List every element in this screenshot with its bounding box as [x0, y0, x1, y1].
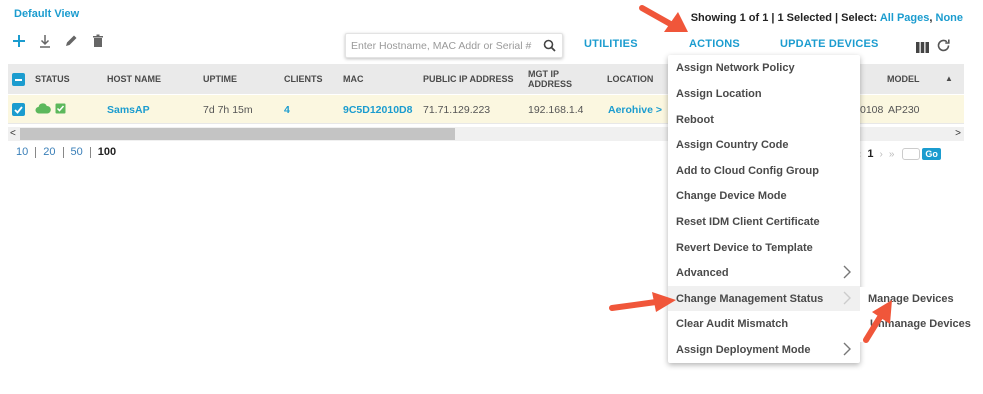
row-checkbox[interactable]: [12, 103, 25, 116]
menu-item-assign-location[interactable]: Assign Location: [668, 81, 860, 106]
menu-item-clear-audit-mismatch[interactable]: Clear Audit Mismatch: [668, 311, 860, 336]
device-management-screen: Default View Showing 1 of 1 | 1 Selected…: [0, 0, 983, 394]
plus-icon[interactable]: [11, 33, 27, 49]
model-cell: AP230: [888, 103, 920, 116]
col-clients[interactable]: CLIENTS: [284, 64, 323, 94]
col-host-name[interactable]: HOST NAME: [107, 64, 161, 94]
col-uptime[interactable]: UPTIME: [203, 64, 237, 94]
columns-icon[interactable]: [916, 40, 929, 58]
menu-item-change-management-status[interactable]: Change Management Status: [668, 286, 860, 311]
config-ok-icon: [55, 102, 66, 117]
annotation-arrow-icon: [863, 300, 892, 343]
search-input[interactable]: [346, 34, 536, 57]
select-none-link[interactable]: None: [936, 12, 964, 24]
col-public-ip[interactable]: PUBLIC IP ADDRESS: [423, 64, 514, 94]
menu-item-reset-idm-client-certificate[interactable]: Reset IDM Client Certificate: [668, 209, 860, 234]
menu-item-change-device-mode[interactable]: Change Device Mode: [668, 183, 860, 208]
menu-item-add-to-cloud-config-group[interactable]: Add to Cloud Config Group: [668, 158, 860, 183]
scrollbar-thumb[interactable]: [20, 128, 455, 140]
go-button[interactable]: Go: [922, 148, 941, 160]
col-model[interactable]: MODEL: [887, 64, 920, 94]
actions-dropdown: Assign Network Policy Assign Location Re…: [668, 55, 860, 363]
annotation-arrow-icon: [609, 292, 676, 312]
page-size-100[interactable]: 100: [91, 147, 123, 158]
page-size-10[interactable]: 10: [16, 147, 37, 158]
menu-item-label: Change Management Status: [676, 292, 824, 305]
uptime-cell: 7d 7h 15m: [203, 103, 253, 116]
annotation-arrow-icon: [639, 5, 688, 32]
cloud-icon: [35, 102, 51, 117]
menu-item-reboot[interactable]: Reboot: [668, 107, 860, 132]
status-cell: [35, 95, 66, 124]
utilities-menu[interactable]: UTILITIES: [584, 38, 638, 50]
page-size-20[interactable]: 20: [36, 147, 64, 158]
chevron-right-icon: [842, 290, 852, 309]
sort-up-icon[interactable]: ▲: [945, 64, 953, 94]
search-box: [345, 33, 563, 58]
clients-link[interactable]: 4: [284, 95, 290, 124]
showing-text: Showing 1 of 1 | 1 Selected | Select:: [690, 12, 880, 24]
selection-summary: Showing 1 of 1 | 1 Selected | Select: Al…: [691, 12, 963, 24]
search-icon[interactable]: [543, 39, 556, 57]
mgt-ip-cell: 192.168.1.4: [528, 103, 584, 116]
menu-item-assign-country-code[interactable]: Assign Country Code: [668, 132, 860, 157]
menu-item-label: Assign Deployment Mode: [676, 343, 811, 356]
page-number-input[interactable]: [902, 148, 921, 160]
menu-item-revert-device-to-template[interactable]: Revert Device to Template: [668, 235, 860, 260]
col-mgt-ip-line2: ADDRESS: [528, 79, 573, 89]
download-icon[interactable]: [37, 33, 53, 49]
select-all-checkbox[interactable]: [12, 73, 25, 86]
col-location[interactable]: LOCATION: [607, 64, 653, 94]
col-mgt-ip-line1: MGT IP: [528, 69, 559, 79]
pagination: ‹ 1 › » Go: [858, 148, 941, 160]
menu-item-advanced[interactable]: Advanced: [668, 260, 860, 285]
scroll-right-icon[interactable]: >: [955, 128, 961, 139]
trash-icon[interactable]: [90, 33, 106, 49]
col-status[interactable]: STATUS: [35, 64, 70, 94]
col-mac[interactable]: MAC: [343, 64, 364, 94]
menu-item-label: Advanced: [676, 266, 729, 279]
location-link[interactable]: Aerohive >: [608, 95, 662, 124]
public-ip-cell: 71.71.129.223: [423, 103, 491, 116]
chevron-right-icon: [842, 264, 852, 283]
actions-menu[interactable]: ACTIONS: [689, 38, 740, 50]
menu-item-assign-deployment-mode[interactable]: Assign Deployment Mode: [668, 337, 860, 362]
menu-item-assign-network-policy[interactable]: Assign Network Policy: [668, 55, 860, 80]
chevron-right-icon: [842, 341, 852, 360]
mac-link[interactable]: 9C5D12010D8: [343, 95, 421, 124]
refresh-icon[interactable]: [936, 38, 951, 58]
update-devices-menu[interactable]: UPDATE DEVICES: [780, 38, 879, 50]
next-page-icon[interactable]: ›: [879, 149, 882, 160]
pencil-icon[interactable]: [63, 33, 79, 49]
serial-cell: 0108: [860, 103, 884, 116]
current-page: 1: [867, 148, 874, 160]
view-title[interactable]: Default View: [14, 8, 79, 20]
page-size-selector: 10 20 50 100: [16, 147, 123, 158]
page-size-50[interactable]: 50: [64, 147, 91, 158]
last-page-icon[interactable]: »: [889, 149, 895, 160]
select-all-pages-link[interactable]: All Pages: [880, 12, 930, 24]
col-mgt-ip[interactable]: MGT IP ADDRESS: [528, 64, 572, 94]
scroll-left-icon[interactable]: <: [10, 128, 16, 139]
host-name-link[interactable]: SamsAP: [107, 95, 150, 124]
